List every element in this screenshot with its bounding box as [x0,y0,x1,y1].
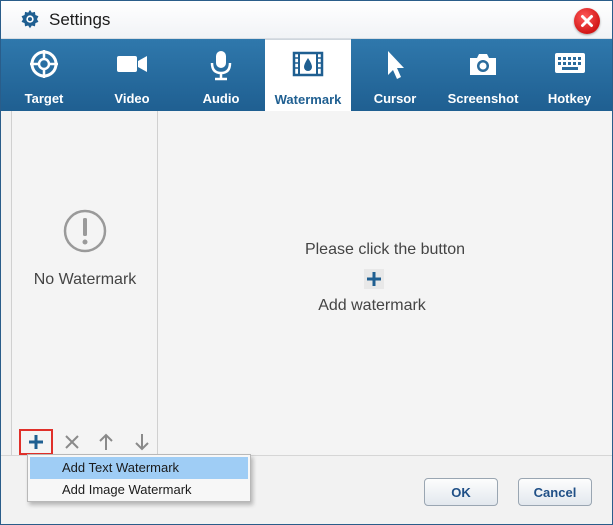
delete-icon[interactable] [61,431,83,453]
close-icon [581,15,593,27]
list-toolbar [11,427,158,455]
gear-icon [21,9,39,29]
watermark-list-panel: No Watermark [11,111,158,455]
watermark-editor-panel: Please click the button Add watermark [158,111,612,455]
menu-item-add-text-watermark[interactable]: Add Text Watermark [30,457,248,479]
add-watermark-menu: Add Text Watermark Add Image Watermark [27,454,251,502]
tab-video[interactable]: Video [87,39,177,111]
tab-label: Video [114,91,150,106]
keyboard-icon [554,53,585,73]
add-watermark-button[interactable] [19,429,53,455]
add-icon [367,272,381,286]
crosshair-icon [30,50,58,78]
microphone-icon [210,51,232,81]
close-button[interactable] [574,8,600,34]
window-title: Settings [49,10,111,29]
camera-icon [470,54,496,75]
film-drop-icon [292,51,324,77]
cancel-button[interactable]: Cancel [518,478,592,506]
tab-target[interactable]: Target [1,39,87,111]
cursor-arrow-icon [388,51,404,79]
ok-button[interactable]: OK [424,478,498,506]
menu-item-add-image-watermark[interactable]: Add Image Watermark [30,479,248,501]
title-bar: Settings [1,1,612,39]
settings-window: Settings Target Video Audio Watermark Cu… [0,0,613,525]
add-watermark-inline-button[interactable] [364,269,384,289]
add-watermark-label: Add watermark [318,297,426,314]
tab-label: Hotkey [547,91,592,106]
tab-label: Watermark [274,92,342,107]
tab-bar: Target Video Audio Watermark Cursor Scre… [1,39,612,111]
add-icon [29,435,43,449]
tab-audio[interactable]: Audio [177,39,265,111]
exclamation-icon [63,209,107,253]
video-camera-icon [117,56,147,72]
tab-cursor[interactable]: Cursor [351,39,439,111]
tab-screenshot[interactable]: Screenshot [439,39,527,111]
move-up-icon[interactable] [95,431,117,453]
tab-label: Screenshot [447,91,519,106]
tab-label: Target [24,91,64,106]
empty-state-text: No Watermark [33,271,137,288]
move-down-icon[interactable] [131,431,153,453]
tab-label: Audio [202,91,240,106]
tab-hotkey[interactable]: Hotkey [527,39,612,111]
tab-watermark[interactable]: Watermark [265,39,351,111]
tab-label: Cursor [373,91,417,106]
hint-text: Please click the button [304,241,466,258]
